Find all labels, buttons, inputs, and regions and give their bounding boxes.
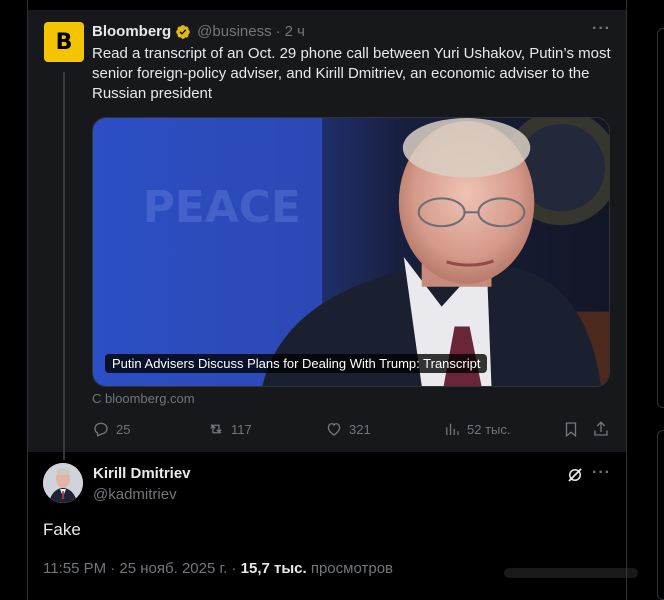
bookmark-icon	[565, 422, 577, 438]
author-name[interactable]: Bloomberg	[92, 23, 171, 40]
views-button[interactable]: 52 тыс.	[443, 420, 510, 438]
repost-button[interactable]: 117	[207, 420, 252, 438]
share-button[interactable]	[592, 420, 610, 438]
verified-badge-icon[interactable]	[175, 24, 191, 40]
avatar-letter: B	[55, 29, 73, 55]
reply-button[interactable]: 25	[92, 420, 130, 438]
repost-icon	[210, 424, 222, 434]
more-options-icon[interactable]: ···	[592, 20, 611, 38]
like-count: 321	[349, 421, 371, 437]
reply-count: 25	[116, 421, 131, 437]
sidebar-panel-edge	[657, 430, 664, 600]
sidebar-panel-edge	[657, 28, 664, 408]
link-source[interactable]: С bloomberg.com	[92, 391, 195, 406]
author-handle[interactable]: @business	[197, 23, 271, 40]
card-title[interactable]: Putin Advisers Discuss Plans for Dealing…	[105, 354, 488, 373]
bookmark-button[interactable]	[562, 420, 580, 438]
avatar[interactable]	[43, 463, 83, 503]
heart-icon	[327, 423, 341, 436]
background-sign-text: PEACE	[143, 182, 301, 233]
quoted-tweet[interactable]: B Bloomberg @business · 2 ч ··· Read a t…	[28, 10, 626, 460]
bloomberg-avatar[interactable]: B	[44, 22, 84, 62]
share-icon	[594, 421, 608, 436]
tweet-timestamp[interactable]: 11:55 PM · 25 нояб. 2025 г. ·	[43, 560, 236, 577]
tweet-text: Fake	[43, 520, 81, 539]
tweet-text: Read a transcript of an Oct. 29 phone ca…	[92, 45, 611, 102]
more-options-icon[interactable]: ···	[592, 464, 611, 482]
views-count: 15,7 тыс.	[240, 560, 307, 577]
author-name[interactable]: Kirill Dmitriev	[93, 465, 191, 482]
views-count: 52 тыс.	[467, 421, 511, 437]
grok-icon[interactable]	[566, 466, 584, 484]
avatar-photo	[43, 463, 83, 503]
action-bar: 25 117 321 52 тыс.	[92, 420, 610, 442]
author-handle[interactable]: @kadmitriev	[93, 486, 177, 503]
link-card[interactable]: PEACE Putin Advisers Discuss Plans for D…	[92, 117, 610, 387]
repost-count: 117	[231, 421, 252, 437]
timeline-right-border	[626, 0, 627, 600]
watermark	[504, 568, 638, 578]
like-button[interactable]: 321	[325, 420, 371, 438]
views-label: просмотров	[310, 560, 393, 577]
tweet-time[interactable]: 2 ч	[285, 23, 305, 40]
tweet-meta: 11:55 PM · 25 нояб. 2025 г. · 15,7 тыс. …	[43, 560, 393, 577]
tweet-header: Bloomberg @business · 2 ч	[92, 23, 305, 40]
analytics-icon	[446, 423, 459, 435]
reply-icon	[94, 422, 108, 437]
thread-line	[63, 72, 65, 460]
separator-dot: ·	[275, 23, 281, 40]
article-photo: PEACE	[93, 118, 609, 386]
